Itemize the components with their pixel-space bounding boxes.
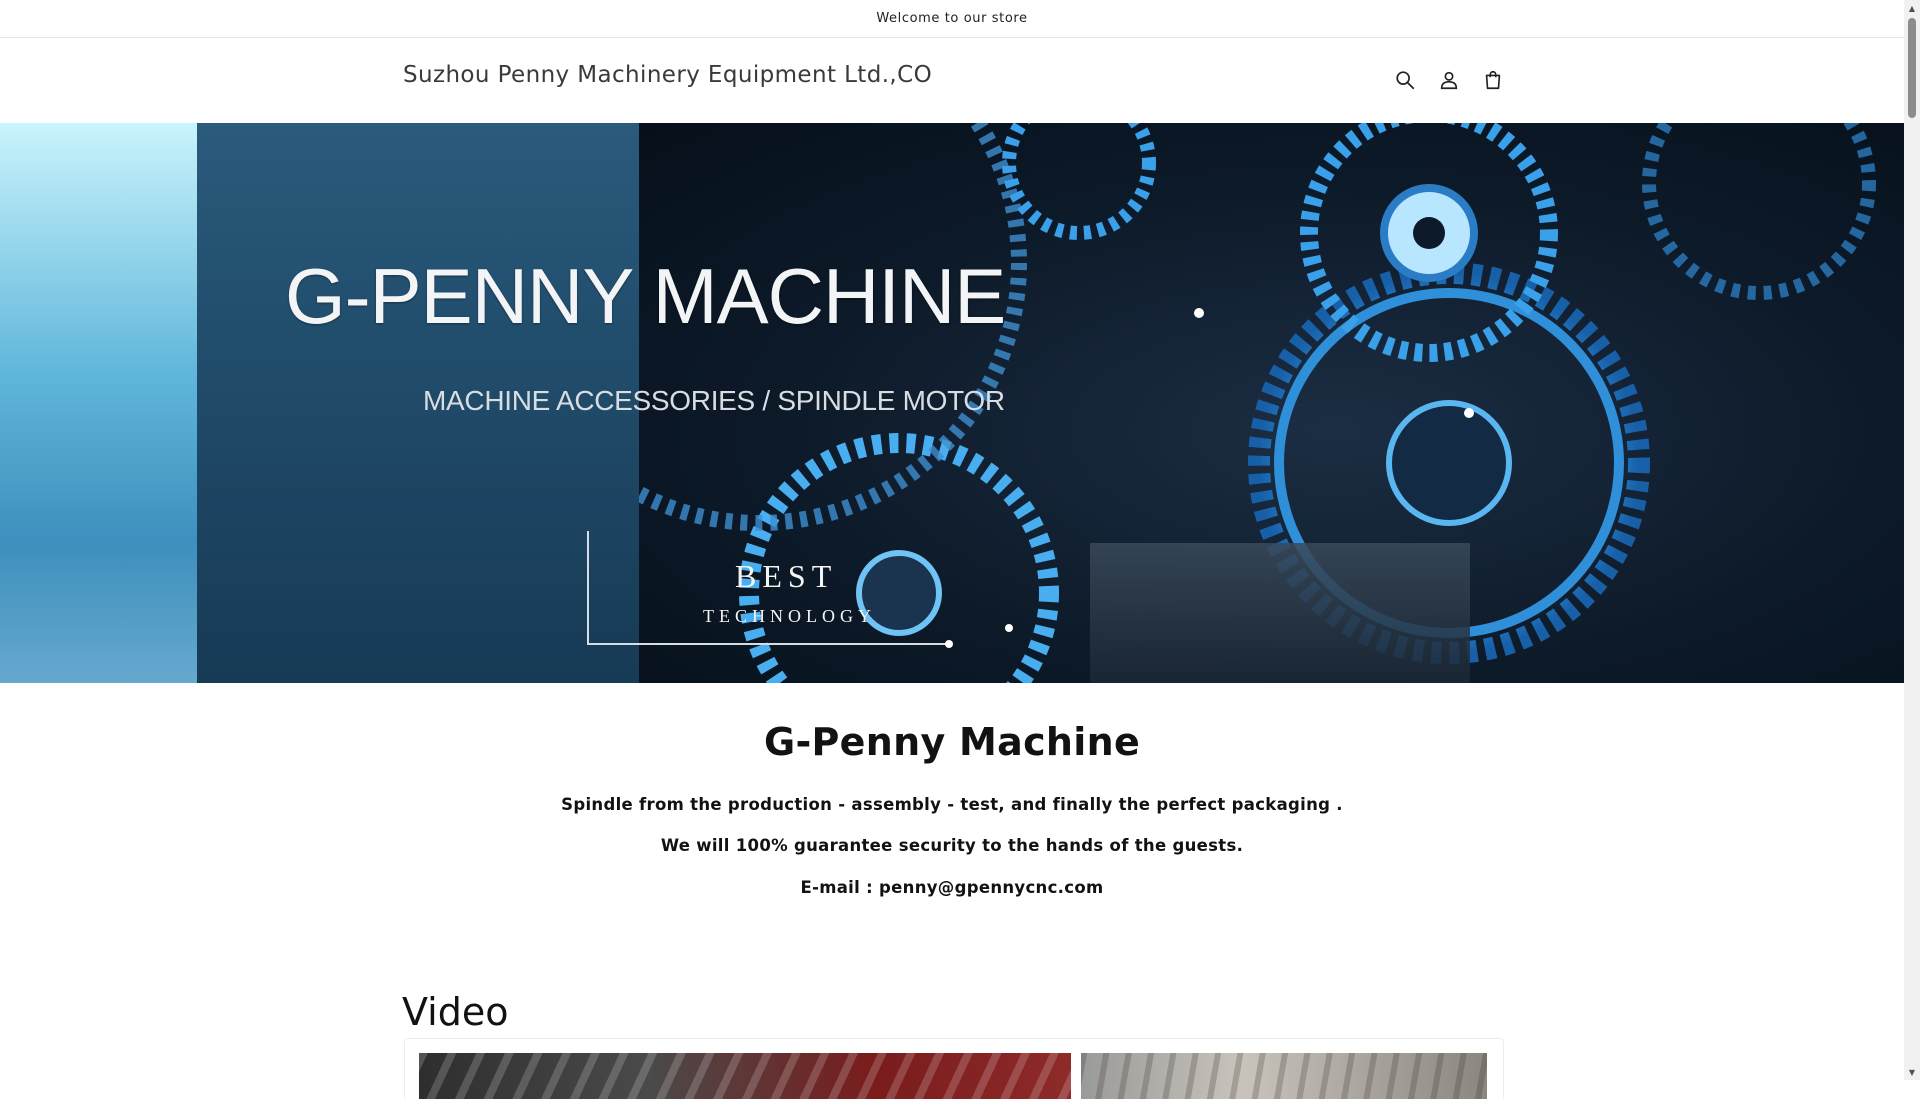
announcement-bar: Welcome to our store [0, 0, 1904, 38]
hero-subtitle: MACHINE ACCESSORIES / SPINDLE MOTOR [423, 385, 1005, 416]
video-thumbnail-2[interactable] [1081, 1053, 1487, 1099]
hero-title: G-PENNY MACHINE [285, 252, 1006, 340]
store-brand-link[interactable]: Suzhou Penny Machinery Equipment Ltd.,CO [403, 62, 932, 88]
hero-banner[interactable]: G-PENNY MACHINE MACHINE ACCESSORIES / SP… [0, 123, 1904, 683]
scroll-down-arrow-icon[interactable]: ▼ [1904, 1064, 1920, 1080]
page-scrollbar[interactable]: ▲ ▼ [1904, 0, 1920, 1080]
scroll-up-arrow-icon[interactable]: ▲ [1904, 0, 1920, 16]
intro-line-2: We will 100% guarantee security to the h… [660, 836, 1244, 855]
intro-line-1: Spindle from the production - assembly -… [561, 795, 1343, 814]
hero-left-panel [0, 123, 197, 683]
video-container [404, 1038, 1504, 1099]
intro-heading: G-Penny Machine [763, 720, 1141, 764]
hero-water-reflection [1090, 543, 1470, 683]
intro-section: G-Penny Machine Spindle from the product… [0, 720, 1904, 897]
site-header: Suzhou Penny Machinery Equipment Ltd.,CO [0, 38, 1904, 122]
scrollbar-thumb[interactable] [1908, 18, 1916, 118]
hero-badge-best: BEST [735, 558, 838, 594]
search-icon[interactable] [1391, 66, 1419, 94]
announcement-text: Welcome to our store [876, 11, 1028, 26]
hero-badge-technology: TECHNOLOGY [703, 606, 876, 626]
video-heading: Video [402, 989, 509, 1034]
cart-icon[interactable] [1479, 66, 1507, 94]
intro-email: E-mail : penny@gpennycnc.com [800, 878, 1104, 897]
account-icon[interactable] [1435, 66, 1463, 94]
video-thumbnail-1[interactable] [419, 1053, 1071, 1099]
